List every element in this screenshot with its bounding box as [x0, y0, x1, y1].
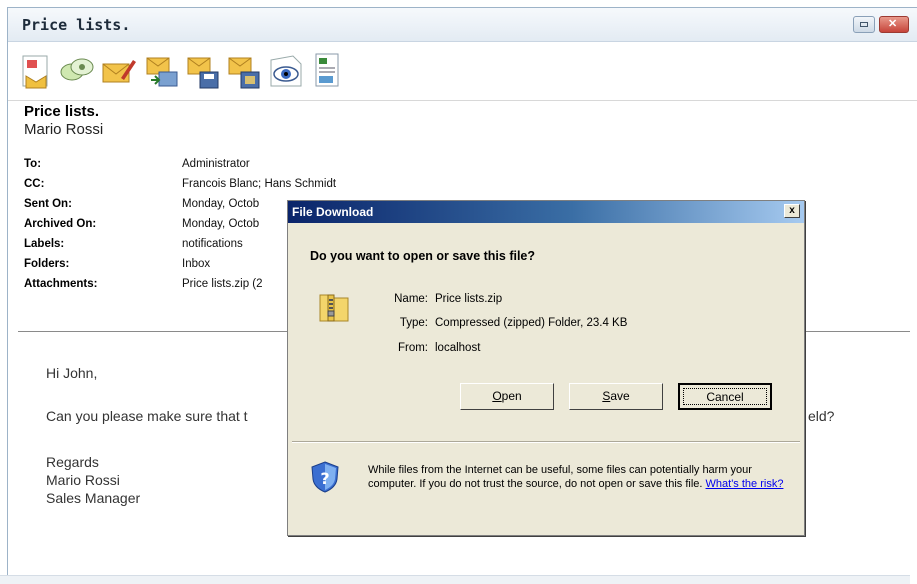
- save-button[interactable]: Save: [569, 383, 663, 410]
- security-shield-icon: ?: [310, 461, 340, 493]
- field-label: Labels:: [24, 238, 65, 250]
- forward-discussion-icon[interactable]: [58, 50, 96, 92]
- preview-icon[interactable]: [267, 50, 305, 92]
- field-labels: Labels: notifications: [24, 238, 324, 258]
- type-label: Type:: [399, 317, 428, 329]
- body-regards: Regards: [46, 454, 99, 470]
- attachment-link[interactable]: Price lists.zip (2: [182, 278, 263, 290]
- svg-text:?: ?: [320, 469, 329, 488]
- field-folders: Folders: Inbox: [24, 258, 324, 278]
- field-label: To:: [24, 158, 42, 170]
- signature-name: Mario Rossi: [46, 472, 120, 488]
- signature-title: Sales Manager: [46, 490, 141, 506]
- field-label: Attachments:: [24, 278, 98, 290]
- open-mnemonic: O: [492, 389, 502, 403]
- field-value: Administrator: [182, 158, 250, 170]
- view-details-icon[interactable]: [307, 50, 345, 92]
- body-line: Can you please make sure that t: [46, 408, 248, 424]
- reply-icon[interactable]: [17, 50, 55, 92]
- restore-button[interactable]: [853, 16, 875, 33]
- field-label: Sent On:: [24, 198, 72, 210]
- field-value: notifications: [182, 238, 243, 250]
- from-value: localhost: [435, 342, 481, 354]
- toolbar: [8, 42, 917, 101]
- field-to: To: Administrator: [24, 158, 324, 178]
- compose-icon[interactable]: [99, 50, 137, 92]
- field-value: Monday, Octob: [182, 218, 260, 230]
- security-warning: While files from the Internet can be use…: [368, 463, 788, 491]
- warning-text: While files from the Internet can be use…: [368, 464, 752, 490]
- close-window-button[interactable]: [879, 16, 909, 33]
- type-value: Compressed (zipped) Folder, 23.4 KB: [435, 317, 628, 329]
- dialog-title: File Download: [292, 205, 374, 219]
- name-value: Price lists.zip: [435, 293, 503, 305]
- dialog-divider-highlight: [292, 442, 800, 443]
- window-title: Price lists.: [22, 16, 131, 34]
- whats-the-risk-link[interactable]: What's the risk?: [706, 478, 784, 490]
- field-label: Folders:: [24, 258, 70, 270]
- file-download-dialog: File Download x Do you want to open or s…: [287, 200, 805, 536]
- field-sent-on: Sent On: Monday, Octob: [24, 198, 324, 218]
- email-sender: Mario Rossi: [24, 121, 104, 138]
- name-label: Name:: [394, 293, 428, 305]
- body-greeting: Hi John,: [46, 365, 98, 381]
- status-bar: [0, 575, 910, 584]
- export-icon[interactable]: [143, 50, 181, 92]
- zip-folder-icon: [318, 289, 350, 323]
- dialog-title-bar: File Download x: [288, 201, 804, 223]
- field-value: Francois Blanc; Hans Schmidt: [182, 178, 337, 190]
- body-line-end: eld?: [808, 408, 835, 424]
- field-archived-on: Archived On: Monday, Octob: [24, 218, 324, 238]
- save-email-icon[interactable]: [184, 50, 222, 92]
- open-button[interactable]: Open: [460, 383, 554, 410]
- email-subject: Price lists.: [24, 103, 100, 120]
- open-label: pen: [501, 389, 522, 403]
- email-header: Price lists. Mario Rossi: [24, 103, 103, 138]
- title-bar: Price lists.: [8, 8, 917, 42]
- field-label: Archived On:: [24, 218, 97, 230]
- dialog-question: Do you want to open or save this file?: [310, 249, 536, 263]
- field-value: Inbox: [182, 258, 211, 270]
- email-fields: To: Administrator CC: Francois Blanc; Hans…: [24, 158, 336, 298]
- field-cc: CC: Francois Blanc; Hans Schmidt: [24, 178, 336, 198]
- field-label: CC:: [24, 178, 45, 190]
- cancel-button[interactable]: Cancel: [678, 383, 772, 410]
- save-label: ave: [610, 389, 630, 403]
- save-attachments-icon[interactable]: [225, 50, 263, 92]
- dialog-close-button[interactable]: x: [784, 204, 800, 218]
- from-label: From:: [397, 342, 428, 354]
- field-attachments: Attachments: Price lists.zip (2: [24, 278, 324, 298]
- field-value: Monday, Octob: [182, 198, 260, 210]
